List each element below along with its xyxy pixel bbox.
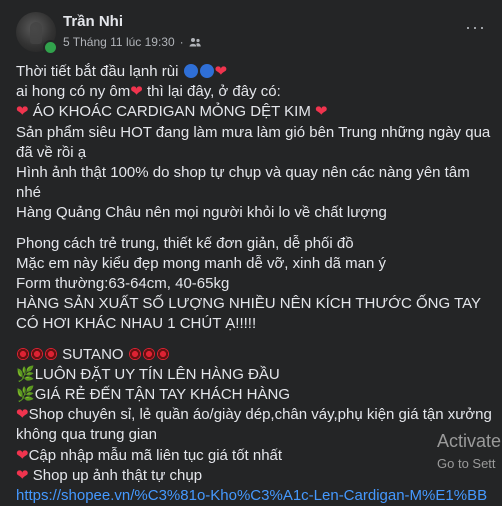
heart-icon: ❤ xyxy=(16,466,29,484)
leaf-icon: 🌿 xyxy=(16,386,35,404)
post-line: ❤ Shop up ảnh thật tự chụp xyxy=(16,466,496,486)
post-text: Shop up ảnh thật tự chụp xyxy=(28,466,203,484)
post-text: GIÁ RẺ ĐẾN TẬN TAY KHÁCH HÀNG xyxy=(34,386,291,404)
post-line: Sản phẩm siêu HOT đang làm mưa làm gió b… xyxy=(16,123,491,161)
red-dot-emoji-icon xyxy=(17,347,29,360)
more-options-icon[interactable]: ··· xyxy=(465,18,486,36)
post-line: 🌿GIÁ RẺ ĐẾN TẬN TAY KHÁCH HÀNG xyxy=(16,385,496,405)
post-text: Cập nhập mẫu mã liên tục giá tốt nhất xyxy=(28,446,283,464)
post-line: ai hong có ny ôm❤ thì lại đây, ở đây có: xyxy=(16,82,496,102)
post-line: https://shopee.vn/%C3%81o-Kho%C3%A1c-Len… xyxy=(16,486,496,506)
red-dot-emoji-icon xyxy=(142,347,155,360)
leaf-icon: 🌿 xyxy=(16,365,35,383)
cold-face-emoji-icon xyxy=(183,64,198,78)
post-text: Shop chuyên sỉ, lẻ quần áo/giày dép,chân… xyxy=(16,406,492,444)
post-line: Mặc em này kiểu đẹp mong manh dễ vỡ, xin… xyxy=(16,254,387,272)
post-meta: 5 Tháng 11 lúc 19:30 · xyxy=(63,35,201,49)
post-text: ai hong có ny ôm xyxy=(16,83,131,101)
post-line: SUTANO xyxy=(16,345,496,365)
post-text: LUÔN ĐẶT UY TÍN LÊN HÀNG ĐẦU xyxy=(34,365,280,383)
post-line: ❤Cập nhập mẫu mã liên tục giá tốt nhất xyxy=(16,446,496,466)
heart-icon: ❤ xyxy=(16,406,29,424)
post-line: Hình ảnh thật 100% do shop tự chụp và qu… xyxy=(16,164,470,202)
windows-activate-watermark: Activate xyxy=(437,431,502,451)
post-line: Hàng Quảng Châu nên mọi người khỏi lo về… xyxy=(16,204,387,222)
post-line: Phong cách trẻ trung, thiết kế đơn giản,… xyxy=(16,234,354,252)
author-name[interactable]: Trần Nhi xyxy=(63,13,123,30)
brand-name: SUTANO xyxy=(62,345,124,363)
post-line: Form thường:63-64cm, 40-65kg xyxy=(16,275,230,293)
crying-face-emoji-icon xyxy=(199,64,214,78)
red-dot-emoji-icon xyxy=(128,347,141,360)
red-dot-emoji-icon xyxy=(156,347,169,360)
red-dot-emoji-icon xyxy=(45,347,57,360)
windows-activate-subtext: Go to Sett xyxy=(437,456,496,471)
post-timestamp[interactable]: 5 Tháng 11 lúc 19:30 xyxy=(63,35,175,49)
heart-icon: ❤ xyxy=(214,63,228,80)
post-text: ÁO KHOÁC CARDIGAN MỎNG DỆT KIM xyxy=(32,103,311,121)
post-text: thì lại đây, ở đây có: xyxy=(147,83,281,101)
post-body: Thời tiết bắt đầu lạnh rùi ❤ ai hong có … xyxy=(16,62,496,506)
heart-icon: ❤ xyxy=(315,103,328,121)
online-status-dot xyxy=(43,40,58,55)
heart-icon: ❤ xyxy=(16,446,29,464)
heart-icon: ❤ xyxy=(16,103,29,121)
post-line: ❤Shop chuyên sỉ, lẻ quần áo/giày dép,châ… xyxy=(16,405,496,445)
post-header: Trần Nhi 5 Tháng 11 lúc 19:30 · ··· xyxy=(16,12,488,55)
post-line: ❤ ÁO KHOÁC CARDIGAN MỎNG DỆT KIM ❤ xyxy=(16,102,496,122)
post-line: 🌿LUÔN ĐẶT UY TÍN LÊN HÀNG ĐẦU xyxy=(16,365,496,385)
facebook-post: Trần Nhi 5 Tháng 11 lúc 19:30 · ··· Thời… xyxy=(0,0,502,505)
meta-separator: · xyxy=(179,35,184,49)
post-text: Thời tiết bắt đầu lạnh rùi xyxy=(16,63,179,80)
red-dot-emoji-icon xyxy=(31,347,43,360)
post-line: Thời tiết bắt đầu lạnh rùi ❤ xyxy=(16,62,496,82)
heart-icon: ❤ xyxy=(130,83,143,101)
friends-audience-icon[interactable] xyxy=(189,37,201,47)
post-line: HÀNG SẢN XUẤT SỐ LƯỢNG NHIỀU NÊN KÍCH TH… xyxy=(16,295,481,333)
shopee-link[interactable]: https://shopee.vn/%C3%81o-Kho%C3%A1c-Len… xyxy=(16,487,487,504)
